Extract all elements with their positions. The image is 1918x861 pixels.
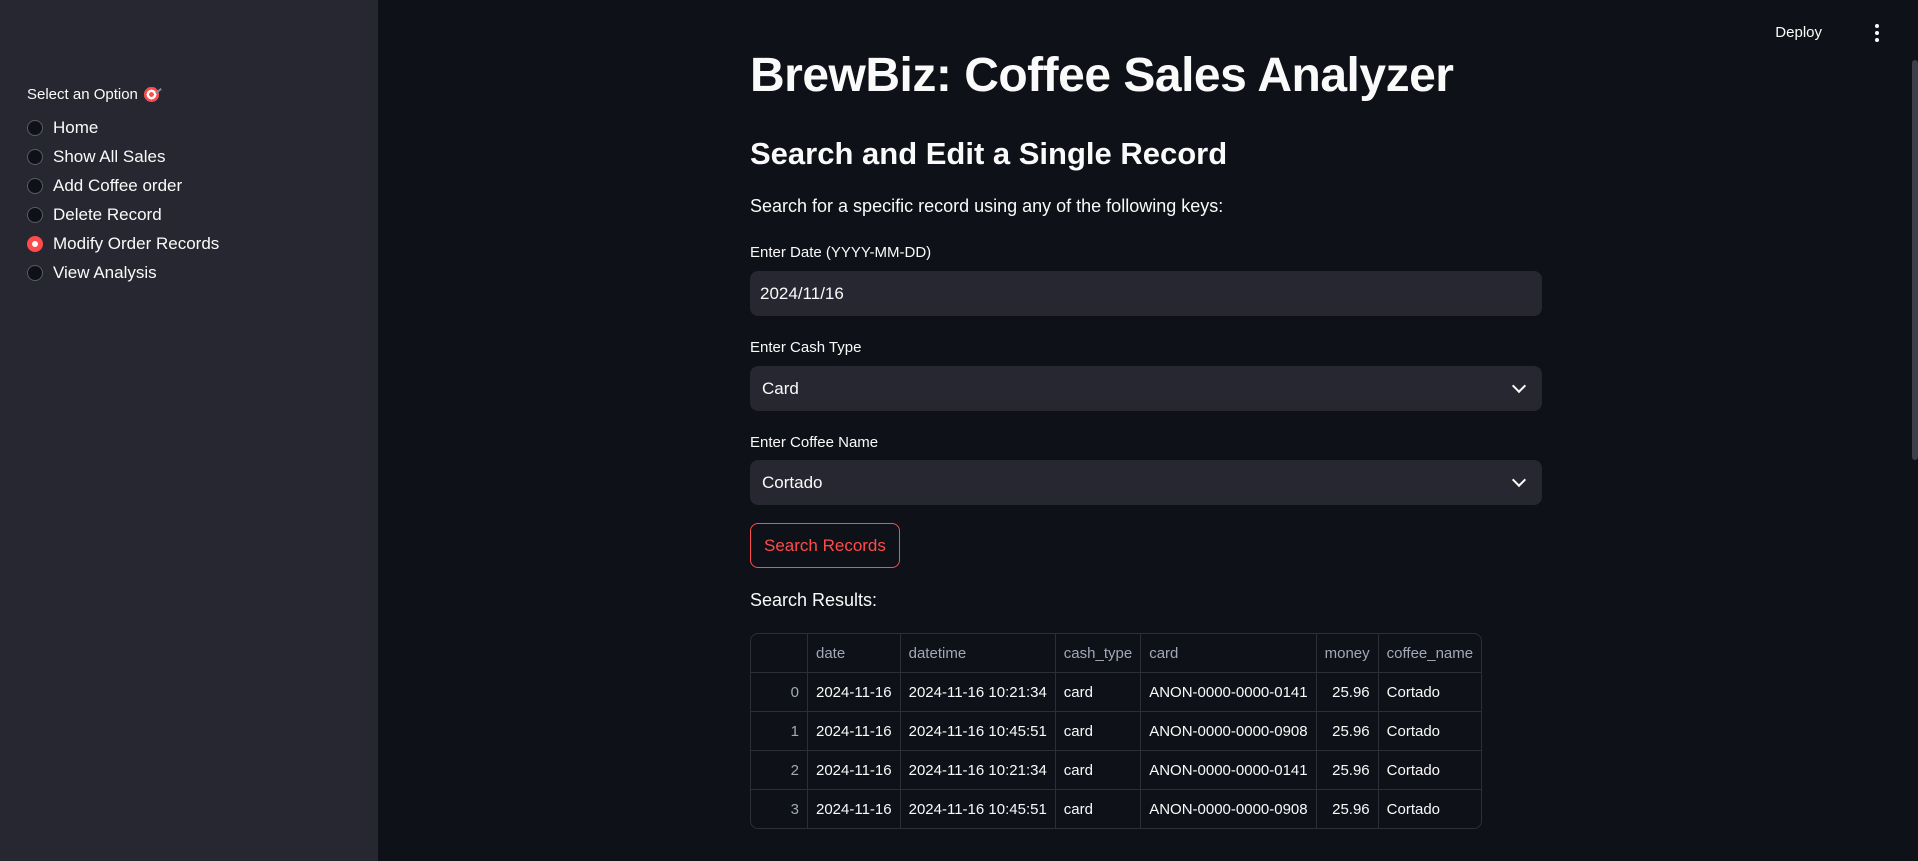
table-cell[interactable]: 25.96 [1317,790,1379,828]
results-table[interactable]: date datetime cash_type card money coffe… [750,633,1483,829]
radio-circle[interactable] [27,177,43,194]
table-cell[interactable]: Cortado [1378,751,1482,790]
row-index: 3 [751,790,808,828]
table-row[interactable]: 0 2024-11-16 2024-11-16 10:21:34 card AN… [751,673,1482,712]
sidebar-label-text: Select an Option [27,86,138,103]
kebab-menu-icon[interactable] [1874,24,1880,42]
search-results-label: Search Results: [750,590,878,610]
column-header[interactable]: date [808,634,901,673]
table-cell[interactable]: Cortado [1378,673,1482,712]
radio-circle[interactable] [27,264,43,281]
table-cell[interactable]: 2024-11-16 [808,673,901,712]
table-row[interactable]: 1 2024-11-16 2024-11-16 10:45:51 card AN… [751,712,1482,751]
radio-label: Delete Record [53,204,162,224]
table-cell[interactable]: 25.96 [1316,712,1379,751]
radio-circle[interactable] [27,119,43,136]
radio-option-delete-record[interactable]: Delete Record [27,200,219,229]
radio-label: Show All Sales [53,146,166,166]
table-cell[interactable]: 25.96 [1316,673,1379,712]
radio-label: Add Coffee order [53,175,183,195]
chevron-down-icon [1511,472,1527,488]
cash-type-label: Enter Cash Type [750,339,862,356]
table-cell[interactable]: 2024-11-16 10:45:51 [900,712,1056,751]
date-field-label: Enter Date (YYYY-MM-DD) [750,244,932,261]
column-header[interactable]: card [1141,634,1317,673]
table-cell[interactable]: 2024-11-16 [808,790,901,828]
table-cell[interactable]: ANON-0000-0000-0141 [1141,751,1317,790]
deploy-button[interactable]: Deploy [1775,24,1822,41]
table-cell[interactable]: Cortado [1378,712,1482,751]
column-header[interactable]: coffee_name [1378,634,1482,673]
search-description: Search for a specific record using any o… [750,196,1224,216]
radio-option-view-analysis[interactable]: View Analysis [27,258,219,287]
table-cell[interactable]: ANON-0000-0000-0908 [1141,790,1317,828]
cash-type-value: Card [762,378,799,398]
coffee-name-label: Enter Coffee Name [750,434,879,451]
table-cell[interactable]: 2024-11-16 [808,712,901,751]
chevron-down-icon [1511,378,1527,394]
page-title: BrewBiz: Coffee Sales Analyzer [750,49,1454,102]
target-icon [143,87,159,102]
row-index: 1 [751,712,808,751]
coffee-name-value: Cortado [762,472,823,492]
column-header[interactable] [751,634,808,673]
table-cell[interactable]: 2024-11-16 10:45:51 [901,790,1056,828]
table-cell[interactable]: 2024-11-16 [808,751,901,790]
table-row[interactable]: 3 2024-11-16 2024-11-16 10:45:51 card AN… [751,790,1481,828]
table-cell[interactable]: 2024-11-16 10:21:34 [900,751,1056,790]
sidebar: Select an Option Home Show All Sales Add… [0,0,378,861]
table-cell[interactable]: card [1056,790,1142,828]
section-title: Search and Edit a Single Record [750,136,1228,171]
table-cell[interactable]: ANON-0000-0000-0908 [1141,712,1317,751]
coffee-name-select[interactable]: Cortado [750,460,1542,505]
row-index: 2 [751,751,808,790]
table-cell[interactable]: card [1055,751,1142,790]
radio-circle[interactable] [27,148,43,165]
table-cell[interactable]: Cortado [1379,790,1481,828]
radio-label: Modify Order Records [53,233,220,253]
column-header[interactable]: cash_type [1055,634,1142,673]
table-cell[interactable]: card [1055,712,1142,751]
cash-type-select[interactable]: Card [750,366,1542,411]
table-row[interactable]: 2 2024-11-16 2024-11-16 10:21:34 card AN… [751,751,1482,790]
radio-option-show-all-sales[interactable]: Show All Sales [27,142,219,171]
scrollbar[interactable] [1912,60,1918,460]
radio-option-home[interactable]: Home [27,113,219,142]
date-input[interactable] [750,271,1542,316]
radio-option-add-coffee-order[interactable]: Add Coffee order [27,171,219,200]
table-header-row: date datetime cash_type card money coffe… [751,634,1482,673]
radio-circle-selected[interactable] [27,235,43,252]
table-cell[interactable]: 2024-11-16 10:21:34 [900,673,1056,712]
radio-label: Home [53,117,99,137]
sidebar-option-label: Select an Option [27,86,159,103]
radio-circle[interactable] [27,206,43,223]
row-index: 0 [751,673,808,712]
column-header[interactable]: money [1316,634,1379,673]
column-header[interactable]: datetime [900,634,1056,673]
option-radio-group: Home Show All Sales Add Coffee order Del… [27,113,219,287]
radio-label: View Analysis [53,262,157,282]
radio-option-modify-order-records[interactable]: Modify Order Records [27,229,219,258]
search-records-button[interactable]: Search Records [750,523,900,568]
table-cell[interactable]: card [1055,673,1142,712]
table-cell[interactable]: 25.96 [1316,751,1379,790]
table-cell[interactable]: ANON-0000-0000-0141 [1141,673,1317,712]
